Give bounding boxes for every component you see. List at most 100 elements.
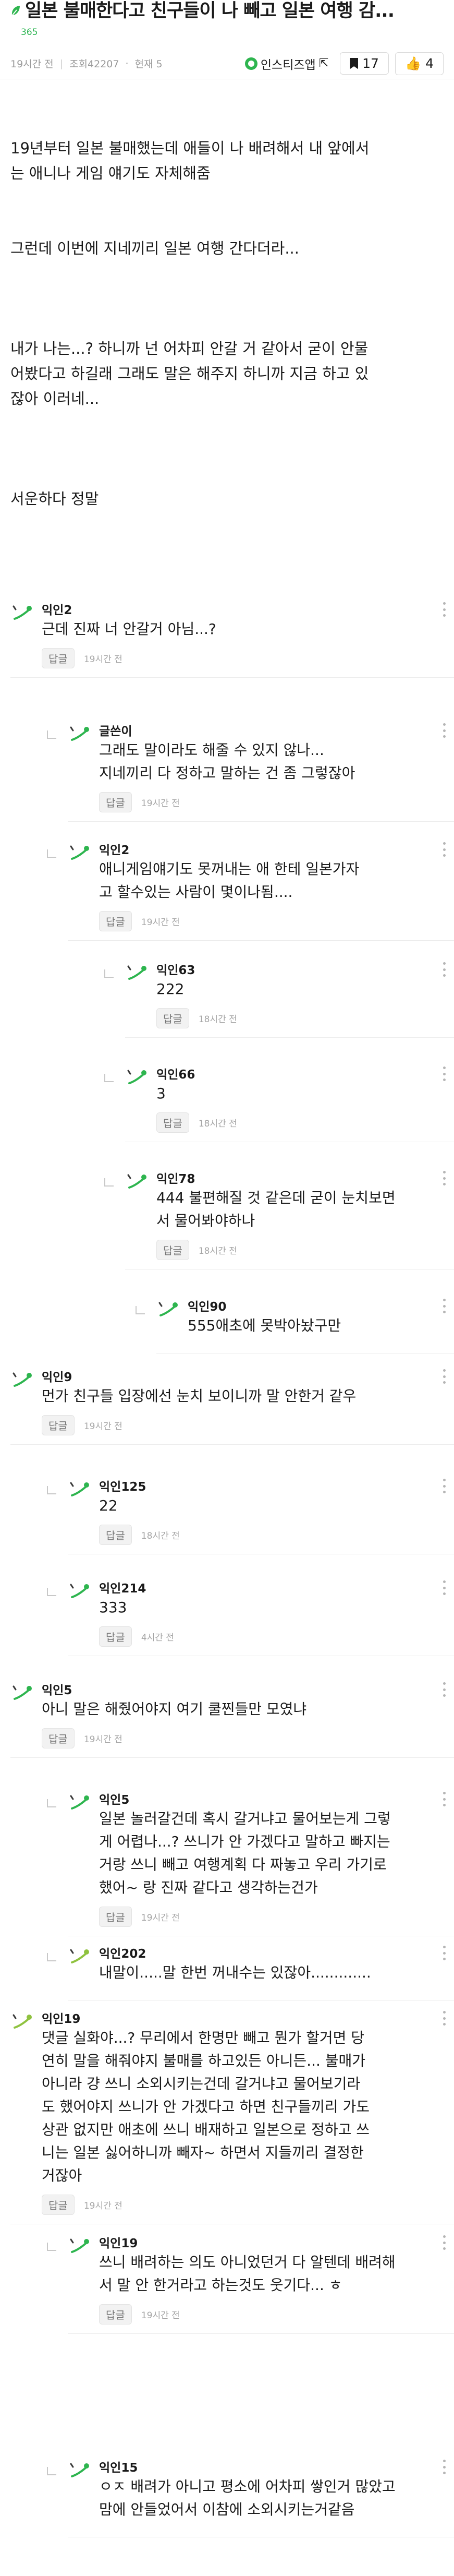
meta-separator: |: [59, 57, 64, 69]
post-body-line: 잖아 이러네...: [10, 390, 100, 408]
comment-nickname[interactable]: 익인125: [99, 1477, 146, 1494]
comment-nickname[interactable]: 익인2: [99, 840, 129, 858]
more-dot: [443, 1694, 446, 1697]
reply-button[interactable]: 답글: [156, 1240, 189, 1260]
author-name: 인스티즈앱: [260, 58, 316, 72]
more-options-icon[interactable]: [443, 1067, 446, 1081]
reply-button[interactable]: 답글: [42, 2195, 75, 2215]
comment-nickname[interactable]: 익인214: [99, 1578, 146, 1596]
post-tag[interactable]: 365: [0, 22, 454, 44]
comment-nickname[interactable]: 익인5: [99, 1790, 129, 1807]
like-button[interactable]: 👍 4: [395, 52, 444, 75]
more-dot: [443, 1311, 446, 1313]
comment-text-line: 333: [99, 1599, 127, 1616]
comment-nickname[interactable]: 익인66: [156, 1064, 195, 1082]
comment-time: 18시간 전: [141, 1531, 180, 1541]
comment-text-line: 444 불편해질 것 같은데 굳이 눈치보면: [156, 1189, 396, 1206]
comment-text: 555애초에 못박아놨구만: [188, 1314, 438, 1337]
reply-button[interactable]: 답글: [156, 1112, 189, 1133]
more-options-icon[interactable]: [443, 2011, 446, 2026]
comment-footer: 답글 19시간 전: [99, 792, 180, 812]
comment-divider: [68, 821, 454, 822]
reply-button[interactable]: 답글: [99, 911, 132, 931]
more-options-icon[interactable]: [443, 1171, 446, 1185]
reply-button[interactable]: 답글: [42, 1728, 75, 1748]
more-options-icon[interactable]: [443, 962, 446, 977]
more-dot: [443, 1798, 446, 1801]
more-dot: [443, 1688, 446, 1691]
more-options-icon[interactable]: [443, 1479, 446, 1493]
comment-divider: [68, 2333, 454, 2334]
more-options-icon[interactable]: [443, 723, 446, 738]
reply-arrow-icon: [47, 2243, 56, 2251]
comment-nickname[interactable]: 익인78: [156, 1169, 195, 1187]
comment-text-line: ㅇㅈ 배려가 아니고 평소에 어차피 쌓인거 많았고: [99, 2478, 396, 2495]
post-body-line: [10, 411, 444, 436]
reply-button[interactable]: 답글: [99, 1626, 132, 1647]
comment-time: 19시간 전: [83, 654, 122, 665]
more-options-icon[interactable]: [443, 2460, 446, 2474]
more-dot: [443, 2460, 446, 2462]
reply-button[interactable]: 답글: [99, 2304, 132, 2325]
reply-button[interactable]: 답글: [42, 648, 75, 668]
comment-text-line: 내말이.....말 한번 꺼내수는 있잖아.............: [99, 1964, 371, 1981]
comment-avatar-icon: [127, 1174, 146, 1189]
more-dot: [443, 2472, 446, 2474]
comment-avatar-icon: [70, 2463, 89, 2477]
more-options-icon[interactable]: [443, 2235, 446, 2250]
more-dot: [443, 1804, 446, 1806]
author-app-link[interactable]: 인스티즈앱 ⇱: [240, 53, 334, 75]
leaf-icon: [11, 6, 20, 16]
comment-footer: 답글 19시간 전: [42, 648, 122, 668]
comment-text-line: 했어~ 랑 진짜 같다고 생각하는건가: [99, 1879, 318, 1896]
more-options-icon[interactable]: [443, 1299, 446, 1313]
more-dot: [443, 1682, 446, 1685]
comment-time: 19시간 전: [141, 917, 180, 928]
more-options-icon[interactable]: [443, 1792, 446, 1806]
comment-divider: [10, 1757, 454, 1758]
comment-footer: 답글 18시간 전: [156, 1112, 237, 1133]
comment-avatar-icon: [13, 1685, 32, 1700]
more-options-icon[interactable]: [443, 842, 446, 857]
comment-nickname[interactable]: 글쓴이: [99, 721, 132, 739]
comment-text-line: 아니 말은 해줬어야지 여기 쿨찐들만 모였냐: [42, 1700, 307, 1718]
more-dot: [443, 1946, 446, 1948]
reply-button[interactable]: 답글: [99, 1525, 132, 1545]
comment-nickname[interactable]: 익인19: [99, 2233, 138, 2251]
comment-nickname[interactable]: 익인90: [188, 1297, 226, 1314]
more-options-icon[interactable]: [443, 602, 446, 617]
more-dot: [443, 602, 446, 605]
post-body-line: [10, 311, 444, 336]
post-body-line: 서운하다 정말: [10, 490, 99, 508]
comment-avatar-icon: [127, 1070, 146, 1084]
comment-text-line: 거잖아: [42, 2167, 82, 2184]
bookmark-icon: [350, 57, 359, 69]
comment-nickname[interactable]: 익인5: [42, 1680, 72, 1698]
comment-nickname[interactable]: 익인15: [99, 2458, 138, 2475]
comment-nickname[interactable]: 익인9: [42, 1367, 72, 1385]
more-dot: [443, 2247, 446, 2250]
comment-text: ㅇㅈ 배려가 아니고 평소에 어차피 쌓인거 많았고 맘에 안들었어서 이참에 소…: [99, 2475, 438, 2521]
reply-button[interactable]: 답글: [99, 792, 132, 812]
more-dot: [443, 1183, 446, 1185]
post-meta: 19시간 전 | 조회42207 · 현재 5 인스티즈앱 ⇱ 17 👍 4: [0, 48, 454, 79]
more-options-icon[interactable]: [443, 1946, 446, 1960]
reply-button[interactable]: 답글: [156, 1008, 189, 1028]
more-dot: [443, 968, 446, 971]
more-options-icon[interactable]: [443, 1682, 446, 1697]
comment-nickname[interactable]: 익인2: [42, 600, 72, 618]
reply-arrow-icon: [47, 730, 56, 739]
reply-button[interactable]: 답글: [99, 1907, 132, 1927]
more-options-icon[interactable]: [443, 1580, 446, 1595]
post-body: 19년부터 일본 불매했는데 애들이 나 배려해서 내 앞에서 는 애니나 게임 …: [0, 136, 454, 511]
comment-text: 222: [156, 978, 438, 1001]
more-dot: [443, 723, 446, 726]
more-dot: [443, 2465, 446, 2469]
more-options-icon[interactable]: [443, 1369, 446, 1384]
comment-nickname[interactable]: 익인63: [156, 960, 195, 978]
comment-text-line: 도 했어야지 쓰니가 안 가겠다고 하면 친구들끼리 가도: [42, 2098, 370, 2115]
bookmark-button[interactable]: 17: [340, 52, 389, 75]
comment-nickname[interactable]: 익인19: [42, 2009, 80, 2027]
reply-button[interactable]: 답글: [42, 1415, 75, 1435]
comment-nickname[interactable]: 익인202: [99, 1944, 146, 1961]
